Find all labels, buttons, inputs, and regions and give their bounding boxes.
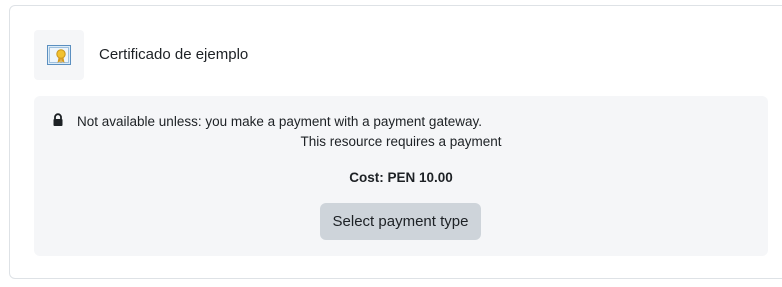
cost-line: Cost: PEN 10.00 <box>349 170 453 185</box>
availability-message: Not available unless: you make a payment… <box>77 114 482 129</box>
payment-required-text: This resource requires a payment <box>300 134 502 149</box>
activity-title[interactable]: Certificado de ejemplo <box>99 45 248 65</box>
select-payment-type-button[interactable]: Select payment type <box>320 203 481 240</box>
certificate-icon <box>47 45 71 65</box>
lock-icon <box>53 113 63 126</box>
activity-icon-container <box>34 30 84 80</box>
